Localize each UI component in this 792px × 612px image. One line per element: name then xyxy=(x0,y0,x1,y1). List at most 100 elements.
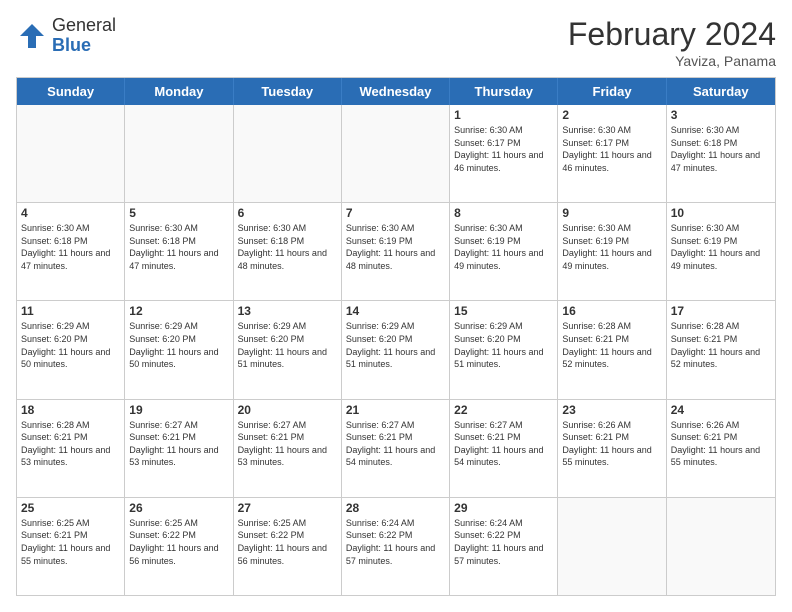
logo: General Blue xyxy=(16,16,116,56)
subtitle: Yaviza, Panama xyxy=(568,53,776,69)
header-day-friday: Friday xyxy=(558,78,666,105)
title-block: February 2024 Yaviza, Panama xyxy=(568,16,776,69)
calendar-cell: 18 Sunrise: 6:28 AM Sunset: 6:21 PM Dayli… xyxy=(17,400,125,497)
day-number: 4 xyxy=(21,206,120,220)
day-number: 16 xyxy=(562,304,661,318)
calendar-cell xyxy=(667,498,775,595)
calendar-row-2: 11 Sunrise: 6:29 AM Sunset: 6:20 PM Dayli… xyxy=(17,301,775,399)
cell-info: Sunrise: 6:30 AM Sunset: 6:18 PM Dayligh… xyxy=(671,124,771,174)
header-day-tuesday: Tuesday xyxy=(234,78,342,105)
cell-info: Sunrise: 6:29 AM Sunset: 6:20 PM Dayligh… xyxy=(454,320,553,370)
calendar-row-1: 4 Sunrise: 6:30 AM Sunset: 6:18 PM Daylig… xyxy=(17,203,775,301)
calendar-cell xyxy=(342,105,450,202)
day-number: 10 xyxy=(671,206,771,220)
cell-info: Sunrise: 6:28 AM Sunset: 6:21 PM Dayligh… xyxy=(562,320,661,370)
cell-info: Sunrise: 6:25 AM Sunset: 6:22 PM Dayligh… xyxy=(129,517,228,567)
calendar-cell: 11 Sunrise: 6:29 AM Sunset: 6:20 PM Dayli… xyxy=(17,301,125,398)
day-number: 21 xyxy=(346,403,445,417)
calendar-cell: 9 Sunrise: 6:30 AM Sunset: 6:19 PM Daylig… xyxy=(558,203,666,300)
day-number: 11 xyxy=(21,304,120,318)
logo-icon xyxy=(16,20,48,52)
day-number: 23 xyxy=(562,403,661,417)
calendar-header-row: SundayMondayTuesdayWednesdayThursdayFrid… xyxy=(17,78,775,105)
calendar-cell: 22 Sunrise: 6:27 AM Sunset: 6:21 PM Dayli… xyxy=(450,400,558,497)
calendar-row-0: 1 Sunrise: 6:30 AM Sunset: 6:17 PM Daylig… xyxy=(17,105,775,203)
day-number: 9 xyxy=(562,206,661,220)
calendar-row-3: 18 Sunrise: 6:28 AM Sunset: 6:21 PM Dayli… xyxy=(17,400,775,498)
calendar-cell: 17 Sunrise: 6:28 AM Sunset: 6:21 PM Dayli… xyxy=(667,301,775,398)
logo-general: General xyxy=(52,15,116,35)
calendar-cell: 19 Sunrise: 6:27 AM Sunset: 6:21 PM Dayli… xyxy=(125,400,233,497)
day-number: 18 xyxy=(21,403,120,417)
cell-info: Sunrise: 6:30 AM Sunset: 6:17 PM Dayligh… xyxy=(562,124,661,174)
day-number: 2 xyxy=(562,108,661,122)
calendar-cell: 20 Sunrise: 6:27 AM Sunset: 6:21 PM Dayli… xyxy=(234,400,342,497)
day-number: 27 xyxy=(238,501,337,515)
calendar-cell: 29Sunrise: 6:24 AM Sunset: 6:22 PM Dayli… xyxy=(450,498,558,595)
calendar-cell: 12 Sunrise: 6:29 AM Sunset: 6:20 PM Dayli… xyxy=(125,301,233,398)
logo-blue: Blue xyxy=(52,35,91,55)
cell-info: Sunrise: 6:30 AM Sunset: 6:18 PM Dayligh… xyxy=(129,222,228,272)
cell-info: Sunrise: 6:30 AM Sunset: 6:18 PM Dayligh… xyxy=(238,222,337,272)
day-number: 7 xyxy=(346,206,445,220)
cell-info: Sunrise: 6:30 AM Sunset: 6:18 PM Dayligh… xyxy=(21,222,120,272)
cell-info: Sunrise: 6:30 AM Sunset: 6:19 PM Dayligh… xyxy=(562,222,661,272)
day-number: 14 xyxy=(346,304,445,318)
calendar-cell: 2 Sunrise: 6:30 AM Sunset: 6:17 PM Daylig… xyxy=(558,105,666,202)
calendar: SundayMondayTuesdayWednesdayThursdayFrid… xyxy=(16,77,776,596)
day-number: 28 xyxy=(346,501,445,515)
calendar-cell: 26 Sunrise: 6:25 AM Sunset: 6:22 PM Dayli… xyxy=(125,498,233,595)
header-day-thursday: Thursday xyxy=(450,78,558,105)
header-day-sunday: Sunday xyxy=(17,78,125,105)
calendar-cell: 6Sunrise: 6:30 AM Sunset: 6:18 PM Daylig… xyxy=(234,203,342,300)
cell-info: Sunrise: 6:25 AM Sunset: 6:21 PM Dayligh… xyxy=(21,517,120,567)
day-number: 26 xyxy=(129,501,228,515)
calendar-cell xyxy=(234,105,342,202)
header-day-monday: Monday xyxy=(125,78,233,105)
cell-info: Sunrise: 6:28 AM Sunset: 6:21 PM Dayligh… xyxy=(21,419,120,469)
month-title: February 2024 xyxy=(568,16,776,53)
calendar-cell: 1 Sunrise: 6:30 AM Sunset: 6:17 PM Daylig… xyxy=(450,105,558,202)
cell-info: Sunrise: 6:28 AM Sunset: 6:21 PM Dayligh… xyxy=(671,320,771,370)
day-number: 12 xyxy=(129,304,228,318)
cell-info: Sunrise: 6:30 AM Sunset: 6:19 PM Dayligh… xyxy=(454,222,553,272)
calendar-cell: 10 Sunrise: 6:30 AM Sunset: 6:19 PM Dayli… xyxy=(667,203,775,300)
cell-info: Sunrise: 6:29 AM Sunset: 6:20 PM Dayligh… xyxy=(21,320,120,370)
cell-info: Sunrise: 6:30 AM Sunset: 6:17 PM Dayligh… xyxy=(454,124,553,174)
calendar-cell: 16 Sunrise: 6:28 AM Sunset: 6:21 PM Dayli… xyxy=(558,301,666,398)
calendar-cell xyxy=(125,105,233,202)
header-day-saturday: Saturday xyxy=(667,78,775,105)
calendar-row-4: 25Sunrise: 6:25 AM Sunset: 6:21 PM Dayli… xyxy=(17,498,775,595)
calendar-cell: 24Sunrise: 6:26 AM Sunset: 6:21 PM Dayli… xyxy=(667,400,775,497)
calendar-cell: 13Sunrise: 6:29 AM Sunset: 6:20 PM Dayli… xyxy=(234,301,342,398)
calendar-cell: 25Sunrise: 6:25 AM Sunset: 6:21 PM Dayli… xyxy=(17,498,125,595)
day-number: 8 xyxy=(454,206,553,220)
cell-info: Sunrise: 6:27 AM Sunset: 6:21 PM Dayligh… xyxy=(129,419,228,469)
day-number: 17 xyxy=(671,304,771,318)
cell-info: Sunrise: 6:27 AM Sunset: 6:21 PM Dayligh… xyxy=(454,419,553,469)
cell-info: Sunrise: 6:30 AM Sunset: 6:19 PM Dayligh… xyxy=(671,222,771,272)
day-number: 1 xyxy=(454,108,553,122)
day-number: 19 xyxy=(129,403,228,417)
header: General Blue February 2024 Yaviza, Panam… xyxy=(16,16,776,69)
cell-info: Sunrise: 6:27 AM Sunset: 6:21 PM Dayligh… xyxy=(346,419,445,469)
day-number: 29 xyxy=(454,501,553,515)
day-number: 20 xyxy=(238,403,337,417)
logo-text: General Blue xyxy=(52,16,116,56)
day-number: 15 xyxy=(454,304,553,318)
calendar-cell xyxy=(558,498,666,595)
cell-info: Sunrise: 6:27 AM Sunset: 6:21 PM Dayligh… xyxy=(238,419,337,469)
page: General Blue February 2024 Yaviza, Panam… xyxy=(0,0,792,612)
calendar-cell: 23Sunrise: 6:26 AM Sunset: 6:21 PM Dayli… xyxy=(558,400,666,497)
day-number: 22 xyxy=(454,403,553,417)
day-number: 3 xyxy=(671,108,771,122)
calendar-cell: 5Sunrise: 6:30 AM Sunset: 6:18 PM Daylig… xyxy=(125,203,233,300)
cell-info: Sunrise: 6:24 AM Sunset: 6:22 PM Dayligh… xyxy=(346,517,445,567)
cell-info: Sunrise: 6:29 AM Sunset: 6:20 PM Dayligh… xyxy=(129,320,228,370)
calendar-cell xyxy=(17,105,125,202)
day-number: 24 xyxy=(671,403,771,417)
calendar-cell: 3 Sunrise: 6:30 AM Sunset: 6:18 PM Daylig… xyxy=(667,105,775,202)
day-number: 13 xyxy=(238,304,337,318)
cell-info: Sunrise: 6:30 AM Sunset: 6:19 PM Dayligh… xyxy=(346,222,445,272)
calendar-cell: 21 Sunrise: 6:27 AM Sunset: 6:21 PM Dayli… xyxy=(342,400,450,497)
